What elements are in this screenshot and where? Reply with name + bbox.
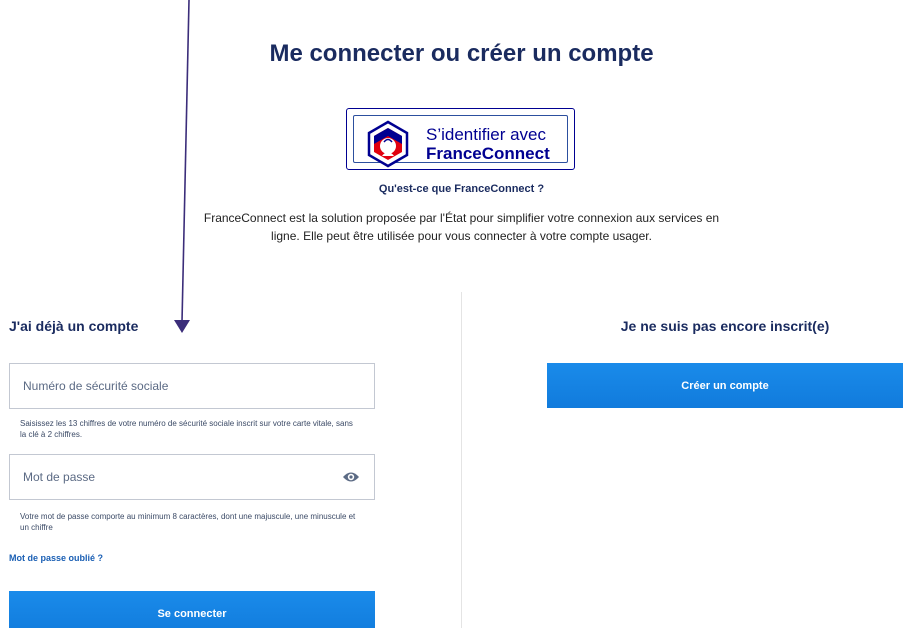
password-field[interactable] (9, 454, 375, 500)
ssn-input[interactable] (10, 364, 374, 408)
franceconnect-button-frame: S’identifier avec FranceConnect (353, 115, 568, 168)
ssn-field[interactable] (9, 363, 375, 409)
ssn-hint: Saisissez les 13 chiffres de votre numér… (20, 419, 353, 439)
arrow-down-icon (174, 0, 190, 333)
franceconnect-button-line2: FranceConnect (426, 144, 550, 163)
franceconnect-button-line1: S’identifier avec (426, 125, 547, 144)
franceconnect-button[interactable]: S’identifier avec FranceConnect (346, 108, 575, 170)
forgot-password-link[interactable]: Mot de passe oublié ? (9, 553, 103, 563)
franceconnect-logo-icon (367, 120, 409, 168)
create-account-button[interactable]: Créer un compte (547, 363, 903, 408)
password-hint: Votre mot de passe comporte au minimum 8… (20, 512, 356, 532)
franceconnect-description: FranceConnect est la solution proposée p… (203, 211, 720, 243)
franceconnect-info-link[interactable]: Qu'est-ce que FranceConnect ? (0, 183, 903, 195)
franceconnect-button-label: S’identifier avec FranceConnect (426, 125, 550, 163)
page-title: Me connecter ou créer un compte (269, 40, 654, 67)
password-input[interactable] (10, 455, 374, 499)
register-section-title: Je ne suis pas encore inscrit(e) (620, 318, 830, 334)
login-section-title: J'ai déjà un compte (9, 318, 139, 334)
column-divider (461, 292, 462, 628)
eye-icon[interactable] (342, 470, 360, 484)
login-button[interactable]: Se connecter (9, 591, 375, 628)
login-page: Me connecter ou créer un compte S’identi… (0, 0, 903, 628)
